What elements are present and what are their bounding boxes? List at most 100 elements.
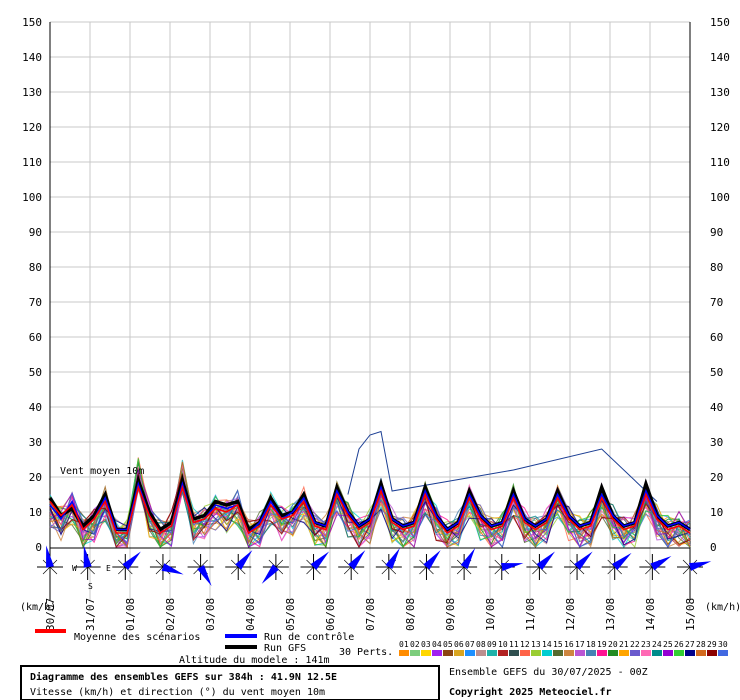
altitude-label: Altitude du modele : 141m	[179, 655, 330, 666]
perturbation-swatch	[685, 650, 695, 656]
wind-barb	[112, 551, 141, 580]
y-tick-label: 10	[29, 506, 42, 519]
wind-barb	[526, 551, 555, 580]
perturbation-swatch	[421, 650, 431, 656]
perturbation-swatch	[542, 650, 552, 656]
perturbation-swatch	[553, 650, 563, 656]
x-tick-label: 02/08	[164, 598, 177, 631]
y-tick-label: 10	[710, 506, 723, 519]
perturbation-id: 11	[509, 640, 519, 649]
x-tick-label: 01/08	[124, 598, 137, 631]
perturbation-id: 18	[586, 640, 596, 649]
wind-barb	[601, 552, 632, 580]
perturbation-id: 28	[696, 640, 706, 649]
legend-swatch-mean	[35, 629, 66, 633]
perturbation-swatch	[586, 650, 596, 656]
perturbation-swatch	[476, 650, 486, 656]
perturbation-id: 27	[685, 640, 695, 649]
perturbation-id: 13	[531, 640, 541, 649]
wind-arrow	[688, 561, 712, 571]
perturbation-legend: 01 02 03 04 05 06 07 08 09 10 11 12 13 14 15 16 17 18 19 20…	[399, 640, 728, 656]
perturbation-id: 16	[564, 640, 574, 649]
perturbation-swatch	[454, 650, 464, 656]
wind-barb	[225, 550, 253, 580]
x-axis: 30/07 31/07 01/08 02/08 03/08 04/08 05/08 06/08…	[44, 598, 697, 631]
perturbation-id: 06	[454, 640, 464, 649]
y-tick-label: 130	[22, 86, 42, 99]
perturbation-id: 19	[597, 640, 607, 649]
x-tick-label: 08/08	[404, 598, 417, 631]
perturbation-id: 05	[443, 640, 453, 649]
y-tick-label: 60	[710, 331, 723, 344]
wind-barb	[74, 545, 101, 580]
legend-swatch-gfs	[225, 645, 257, 649]
perturbation-id: 10	[498, 640, 508, 649]
perturbation-id: 08	[476, 640, 486, 649]
y-tick-label: 90	[29, 226, 42, 239]
y-tick-label: 130	[710, 86, 730, 99]
perturbation-swatch	[707, 650, 717, 656]
y-tick-label: 140	[22, 51, 42, 64]
perturbation-id: 04	[432, 640, 442, 649]
x-tick-label: 09/08	[444, 598, 457, 631]
y-tick-label: 40	[710, 401, 723, 414]
wind-barb	[149, 554, 184, 580]
perturbation-id: 17	[575, 640, 585, 649]
inner-label: Vent moyen 10m	[60, 466, 144, 477]
wind-barb	[300, 551, 330, 580]
perturbation-id: 30	[718, 640, 728, 649]
chart-title: Diagramme des ensembles GEFS sur 384h : …	[30, 671, 337, 683]
perturbation-swatch	[410, 650, 420, 656]
perturbation-swatch	[520, 650, 530, 656]
perturbation-swatch	[531, 650, 541, 656]
x-tick-label: 07/08	[364, 598, 377, 631]
perturbation-swatch	[487, 650, 497, 656]
perturbation-swatch	[399, 650, 409, 656]
wind-arrow	[197, 565, 212, 587]
wind-barb	[639, 554, 672, 580]
perturbation-swatch	[564, 650, 574, 656]
perturbation-id: 25	[663, 640, 673, 649]
wind-direction-row	[37, 545, 712, 587]
copyright: Copyright 2025 Meteociel.fr	[449, 686, 612, 698]
perturbation-id: 14	[542, 640, 552, 649]
wind-arrow	[501, 563, 524, 571]
perturbations-label: 30 Perts.	[339, 647, 393, 658]
perturbation-swatch	[432, 650, 442, 656]
legend-swatch-control	[225, 634, 257, 638]
y-axis-left: 0 10 20 30 40 50 60 70 80 90 100 110 120 130 140 150	[22, 16, 42, 554]
y-tick-label: 80	[29, 261, 42, 274]
ensemble-info: Ensemble GEFS du 30/07/2025 - 00Z	[449, 667, 648, 678]
y-tick-label: 50	[710, 366, 723, 379]
y-tick-label: 20	[710, 471, 723, 484]
y-tick-label: 70	[29, 296, 42, 309]
wind-arrow	[161, 563, 184, 575]
wind-barb	[375, 547, 402, 580]
y-tick-label: 100	[710, 191, 730, 204]
perturbation-id: 23	[641, 640, 651, 649]
y-tick-label: 40	[29, 401, 42, 414]
x-tick-label: 10/08	[484, 598, 497, 631]
x-tick-label: 31/07	[84, 598, 97, 631]
y-tick-label: 80	[710, 261, 723, 274]
y-tick-label: 140	[710, 51, 730, 64]
perturbation-id: 21	[619, 640, 629, 649]
legend: Moyenne des scénarios Run de contrôle Ru…	[35, 629, 728, 658]
x-tick-label: 03/08	[204, 598, 217, 631]
wind-arrow	[385, 547, 400, 569]
y-tick-label: 90	[710, 226, 723, 239]
perturbation-swatch	[575, 650, 585, 656]
wind-barb	[261, 554, 289, 584]
perturbation-id: 15	[553, 640, 563, 649]
perturbation-swatch	[630, 650, 640, 656]
y-tick-label: 50	[29, 366, 42, 379]
perturbation-id: 02	[410, 640, 420, 649]
perturbation-id: 24	[652, 640, 662, 649]
compass-w: W	[72, 564, 77, 573]
wind-barb	[451, 547, 478, 580]
x-tick-label: 04/08	[244, 598, 257, 631]
compass-e: E	[106, 564, 111, 573]
y-tick-label: 0	[35, 541, 42, 554]
y-unit-left: (km/h)	[20, 602, 56, 613]
perturbation-id: 09	[487, 640, 497, 649]
